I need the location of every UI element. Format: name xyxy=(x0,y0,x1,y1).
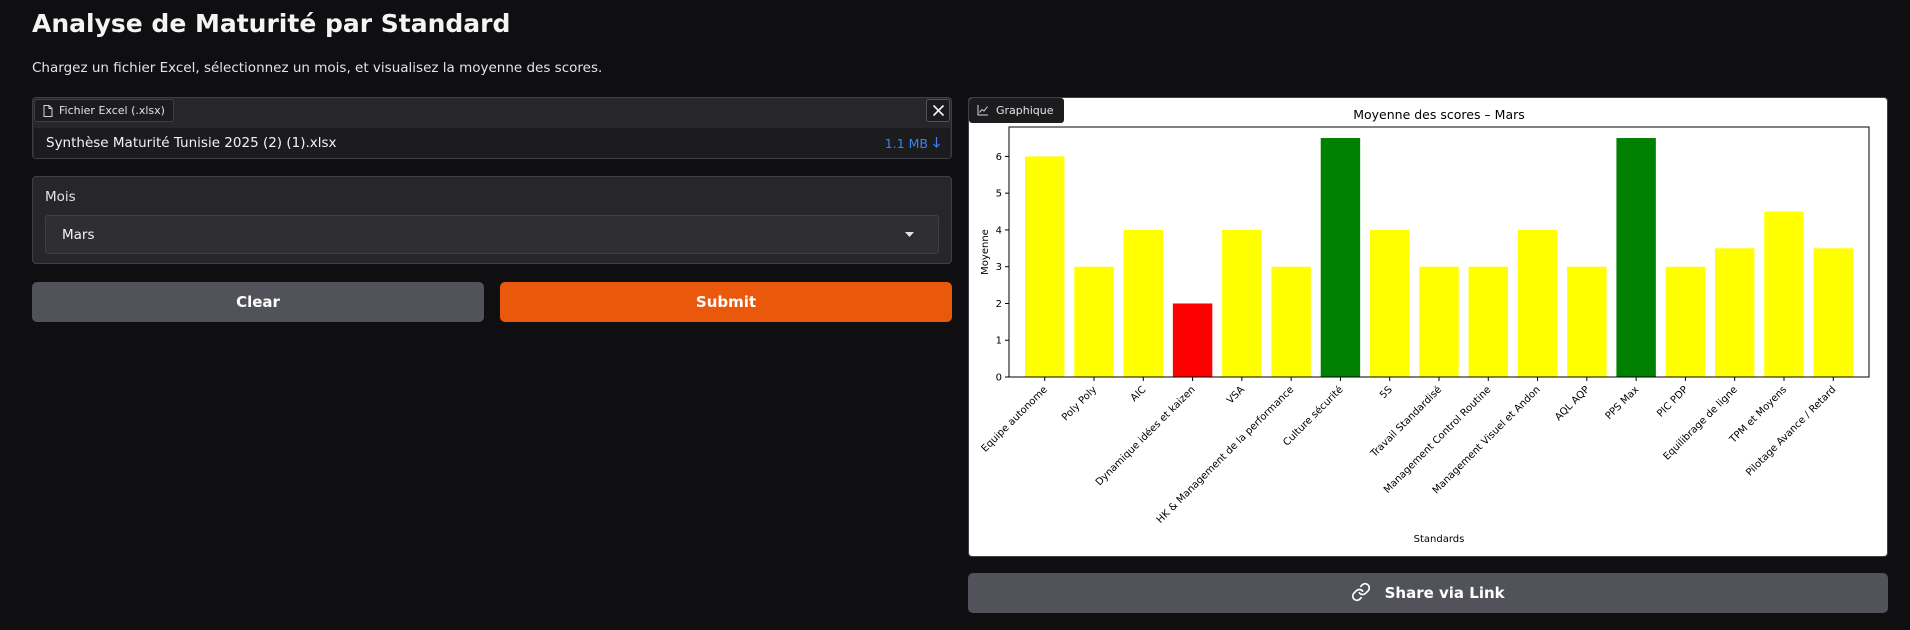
y-tick-label: 6 xyxy=(996,152,1002,163)
file-size-download-link[interactable]: 1.1 MB xyxy=(885,136,928,151)
page-subtitle: Chargez un fichier Excel, sélectionnez u… xyxy=(32,60,603,76)
month-dropdown[interactable]: Mars xyxy=(45,215,939,254)
bar-13 xyxy=(1665,266,1706,377)
x-tick-label: Pilotage Avance / Retard xyxy=(1744,384,1838,478)
remove-file-button[interactable] xyxy=(926,99,950,122)
y-tick-label: 2 xyxy=(996,299,1002,310)
chart-panel-label-text: Graphique xyxy=(996,104,1054,117)
share-button-label: Share via Link xyxy=(1384,584,1505,602)
y-tick-label: 0 xyxy=(996,373,1002,384)
bar-3 xyxy=(1172,303,1213,377)
bar-6 xyxy=(1320,138,1361,377)
file-upload-label: Fichier Excel (.xlsx) xyxy=(34,99,174,122)
x-tick-label: AIC xyxy=(1129,384,1149,404)
bar-10 xyxy=(1517,229,1558,377)
file-icon xyxy=(43,105,53,117)
y-tick-label: 5 xyxy=(996,189,1002,200)
bar-11 xyxy=(1567,266,1607,377)
bar-12 xyxy=(1616,138,1656,377)
clear-button[interactable]: Clear xyxy=(32,282,484,322)
y-axis-label: Moyenne xyxy=(980,229,991,275)
bar-8 xyxy=(1419,266,1459,377)
caret-down-icon xyxy=(905,232,914,237)
x-axis-label: Standards xyxy=(1414,534,1465,545)
chart-icon xyxy=(977,105,988,116)
bar-4 xyxy=(1222,229,1262,377)
chart-title: Moyenne des scores – Mars xyxy=(1353,107,1525,122)
x-tick-label: Management Control Routine xyxy=(1382,384,1493,495)
x-tick-label: Equipe autonome xyxy=(980,384,1050,454)
month-select-label: Mois xyxy=(45,189,76,205)
month-dropdown-value: Mars xyxy=(62,227,95,243)
bar-5 xyxy=(1271,266,1311,377)
file-name: Synthèse Maturité Tunisie 2025 (2) (1).x… xyxy=(46,135,337,151)
file-upload-label-text: Fichier Excel (.xlsx) xyxy=(59,104,165,117)
y-tick-label: 1 xyxy=(996,336,1002,347)
bar-0 xyxy=(1025,156,1065,377)
chart-panel: Moyenne des scores – Mars 0 1 2 3 4 5 6 Equipe a… xyxy=(968,97,1888,557)
bar-7 xyxy=(1370,229,1410,377)
x-tick-label: Poly Poly xyxy=(1060,384,1099,423)
x-tick-label: AQL AQP xyxy=(1553,384,1592,423)
uploaded-file-row[interactable]: Synthèse Maturité Tunisie 2025 (2) (1).x… xyxy=(34,128,950,158)
x-tick-label: PIC PDP xyxy=(1655,384,1690,419)
bar-2 xyxy=(1123,229,1164,377)
x-tick-label: 5S xyxy=(1378,384,1395,401)
y-tick-label: 3 xyxy=(996,262,1002,273)
month-select-panel: Mois Mars xyxy=(32,176,952,264)
download-arrow-icon[interactable] xyxy=(933,137,940,148)
y-tick-label: 4 xyxy=(996,225,1002,236)
bar-chart: Moyenne des scores – Mars 0 1 2 3 4 5 6 Equipe a… xyxy=(980,107,1870,545)
bar-15 xyxy=(1764,211,1804,377)
x-tick-label: VSA xyxy=(1225,384,1247,406)
file-upload-panel: Fichier Excel (.xlsx) Synthèse Maturité … xyxy=(32,97,952,159)
x-tick-label: Dynamique idées et kaizen xyxy=(1093,384,1198,489)
chart-panel-label: Graphique xyxy=(969,98,1064,123)
close-icon xyxy=(932,104,945,117)
bar-1 xyxy=(1074,266,1114,377)
x-tick-label: PPS Max xyxy=(1604,384,1642,422)
submit-button[interactable]: Submit xyxy=(500,282,952,322)
share-via-link-button[interactable]: Share via Link xyxy=(968,573,1888,613)
link-icon xyxy=(1352,582,1371,602)
bar-9 xyxy=(1468,266,1508,377)
bar-16 xyxy=(1813,248,1853,377)
bar-14 xyxy=(1714,248,1755,377)
x-tick-label: Management Visuel et Andon xyxy=(1431,384,1543,496)
page-title: Analyse de Maturité par Standard xyxy=(32,9,511,38)
